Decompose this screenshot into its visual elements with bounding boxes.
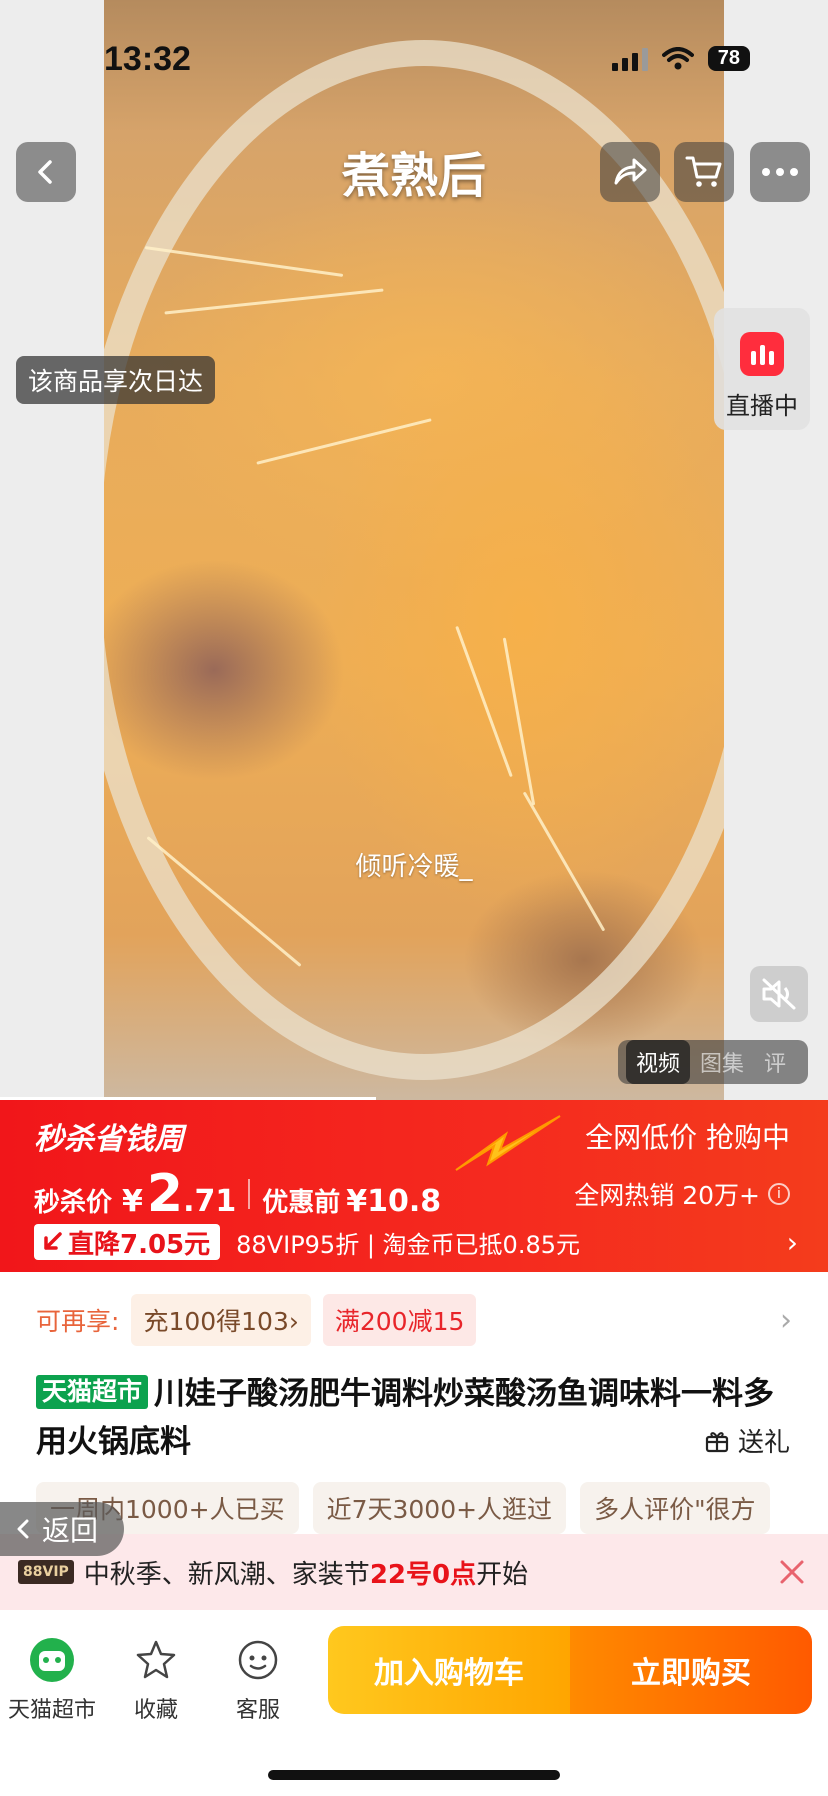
gift-button[interactable]: 送礼	[704, 1422, 790, 1459]
close-icon[interactable]	[774, 1554, 810, 1590]
share-icon	[614, 158, 647, 185]
bottom-action-bar: 天猫超市 收藏 客服 加入购物车 立即购买	[0, 1610, 828, 1796]
more-button[interactable]	[750, 142, 810, 202]
promo-text: 中秋季、新风潮、家装节22号0点开始	[84, 1554, 528, 1591]
share-button[interactable]	[600, 142, 660, 202]
favorite-label: 收藏	[133, 1698, 178, 1723]
promo-text-before: 中秋季、新风潮、家装节	[83, 1559, 370, 1590]
chevron-right-icon: ›	[780, 1302, 792, 1338]
price-drop-text: 直降7.05元	[68, 1229, 211, 1260]
down-arrow-icon	[44, 1232, 62, 1250]
next-day-delivery-tag: 该商品享次日达	[16, 356, 216, 404]
price-row: 秒杀价 ¥ 2 .71 优惠前 ¥10.8	[34, 1164, 441, 1224]
video-watermark: 倾听冷暖_	[355, 852, 473, 882]
media-tabs: 视频 图集 评	[618, 1040, 808, 1084]
store-button[interactable]: 天猫超市	[2, 1636, 102, 1724]
price-decimal: .71	[183, 1184, 237, 1219]
info-icon[interactable]: i	[768, 1183, 790, 1205]
status-icons: 78	[611, 46, 750, 71]
promo-highlight: 22号0点	[369, 1559, 477, 1590]
battery-icon: 78	[707, 46, 750, 71]
flash-sale-banner: 秒杀省钱周 全网低价 抢购中 秒杀价 ¥ 2 .71 优惠前 ¥10.8 全网热…	[0, 1100, 828, 1272]
chevron-right-icon: ›	[786, 1225, 798, 1259]
tab-reviews[interactable]: 评	[754, 1040, 796, 1084]
customer-service-label: 客服	[235, 1698, 280, 1723]
speaker-muted-icon	[762, 978, 796, 1010]
before-discount-price: ¥10.8	[346, 1184, 442, 1219]
coupon-label: 可再享:	[36, 1307, 120, 1336]
price-integer: 2	[146, 1164, 184, 1224]
buy-now-button[interactable]: 立即购买	[570, 1626, 812, 1714]
hot-sales-text: 全网热销 20万+	[574, 1181, 760, 1210]
return-label: 返回	[42, 1514, 99, 1547]
store-label: 天猫超市	[7, 1698, 96, 1723]
price-divider	[248, 1179, 251, 1209]
more-icon	[762, 168, 798, 176]
flash-sale-logo: 秒杀省钱周	[34, 1122, 184, 1157]
hot-sales: 全网热销 20万+ i	[574, 1176, 790, 1212]
home-indicator	[268, 1770, 560, 1780]
discount-detail-text: 88VIP95折 | 淘金币已抵0.85元	[236, 1230, 580, 1259]
tab-video[interactable]: 视频	[626, 1040, 691, 1084]
price-label: 秒杀价	[34, 1188, 113, 1218]
wifi-icon	[661, 46, 694, 69]
promo-text-after: 开始	[476, 1559, 529, 1590]
arrow-icon	[455, 1115, 561, 1171]
add-to-cart-button[interactable]: 加入购物车	[328, 1626, 570, 1714]
return-button[interactable]: 返回	[0, 1502, 124, 1556]
promo-strip[interactable]: 88VIP 中秋季、新风潮、家装节22号0点开始	[0, 1534, 828, 1610]
product-title: 天猫超市 川娃子酸汤肥牛调料炒菜酸汤鱼调味料一料多用火锅底料	[36, 1370, 792, 1466]
highlight-chip: 多人评价"很方	[580, 1482, 770, 1534]
coupon-recharge[interactable]: 充100得103›	[131, 1294, 311, 1346]
price-drop-badge: 直降7.05元	[34, 1224, 221, 1260]
live-label: 直播中	[726, 392, 798, 420]
gift-label: 送礼	[737, 1428, 790, 1458]
flash-sale-tagline: 全网低价 抢购中	[585, 1121, 790, 1154]
gift-icon	[705, 1431, 729, 1452]
cart-icon	[685, 156, 722, 187]
star-icon	[132, 1636, 180, 1684]
favorite-button[interactable]: 收藏	[106, 1636, 206, 1724]
discount-detail-row[interactable]: 直降7.05元 88VIP95折 | 淘金币已抵0.85元 ›	[34, 1224, 798, 1260]
coupon-row[interactable]: 可再享: 充100得103› 满200减15 ›	[36, 1294, 792, 1346]
store-badge: 天猫超市	[36, 1375, 149, 1409]
highlight-chip: 近7天3000+人逛过	[312, 1482, 567, 1534]
live-stream-button[interactable]: 直播中	[714, 308, 810, 430]
cellular-signal-icon	[611, 47, 648, 71]
coupon-spend-save[interactable]: 满200减15	[322, 1294, 477, 1346]
status-time: 13:32	[104, 40, 191, 78]
chevron-left-icon	[17, 1519, 29, 1539]
highlights-row: 一周内1000+人已买 近7天3000+人逛过 多人评价"很方	[36, 1482, 770, 1534]
before-discount-label: 优惠前	[262, 1188, 341, 1218]
customer-service-button[interactable]: 客服	[208, 1636, 308, 1724]
customer-service-icon	[234, 1636, 282, 1684]
currency-symbol: ¥	[122, 1184, 143, 1219]
vip-badge: 88VIP	[18, 1560, 74, 1584]
tmall-supermarket-icon	[28, 1636, 76, 1684]
mute-button[interactable]	[750, 966, 808, 1022]
product-media-viewer[interactable]: 13:32 78 煮熟后 该商品享次日达 直播中 倾听冷暖_ 视频 图集 评	[0, 0, 828, 1100]
live-icon	[740, 332, 784, 376]
cart-button[interactable]	[674, 142, 734, 202]
tab-gallery[interactable]: 图集	[690, 1040, 754, 1084]
